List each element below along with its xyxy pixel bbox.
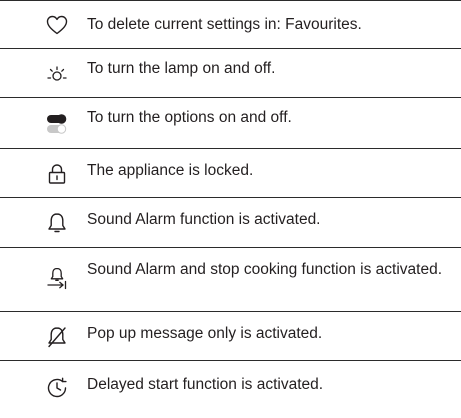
- delayed-start-clock-icon: [45, 376, 69, 400]
- table-row: Delayed start function is activated.: [0, 360, 461, 418]
- table-row: The appliance is locked.: [0, 148, 461, 197]
- row-description: The appliance is locked.: [87, 162, 254, 179]
- row-description: To turn the options on and off.: [87, 109, 292, 126]
- table-row: To turn the options on and off.: [0, 97, 461, 148]
- row-description: Delayed start function is activated.: [87, 376, 324, 393]
- table-row: To delete current settings in: Favourite…: [0, 0, 461, 48]
- row-description: Pop up message only is activated.: [87, 325, 323, 342]
- row-description: To delete current settings in: Favourite…: [87, 16, 362, 33]
- row-description: Sound Alarm function is activated.: [87, 211, 321, 228]
- padlock-icon: [45, 162, 69, 186]
- heart-outline-icon: [45, 13, 69, 37]
- row-description: To turn the lamp on and off.: [87, 60, 276, 77]
- row-description: Sound Alarm and stop cooking function is…: [87, 261, 442, 278]
- table-row: To turn the lamp on and off.: [0, 48, 461, 97]
- table-row: Sound Alarm and stop cooking function is…: [0, 247, 461, 311]
- bell-stop-arrow-icon: [45, 266, 69, 290]
- table-row: Pop up message only is activated.: [0, 311, 461, 360]
- bell-crossed-icon: [45, 325, 69, 349]
- bell-icon: [45, 211, 69, 235]
- toggle-switch-icon: [45, 112, 69, 136]
- table-row: Sound Alarm function is activated.: [0, 197, 461, 247]
- lamp-icon: [45, 63, 69, 87]
